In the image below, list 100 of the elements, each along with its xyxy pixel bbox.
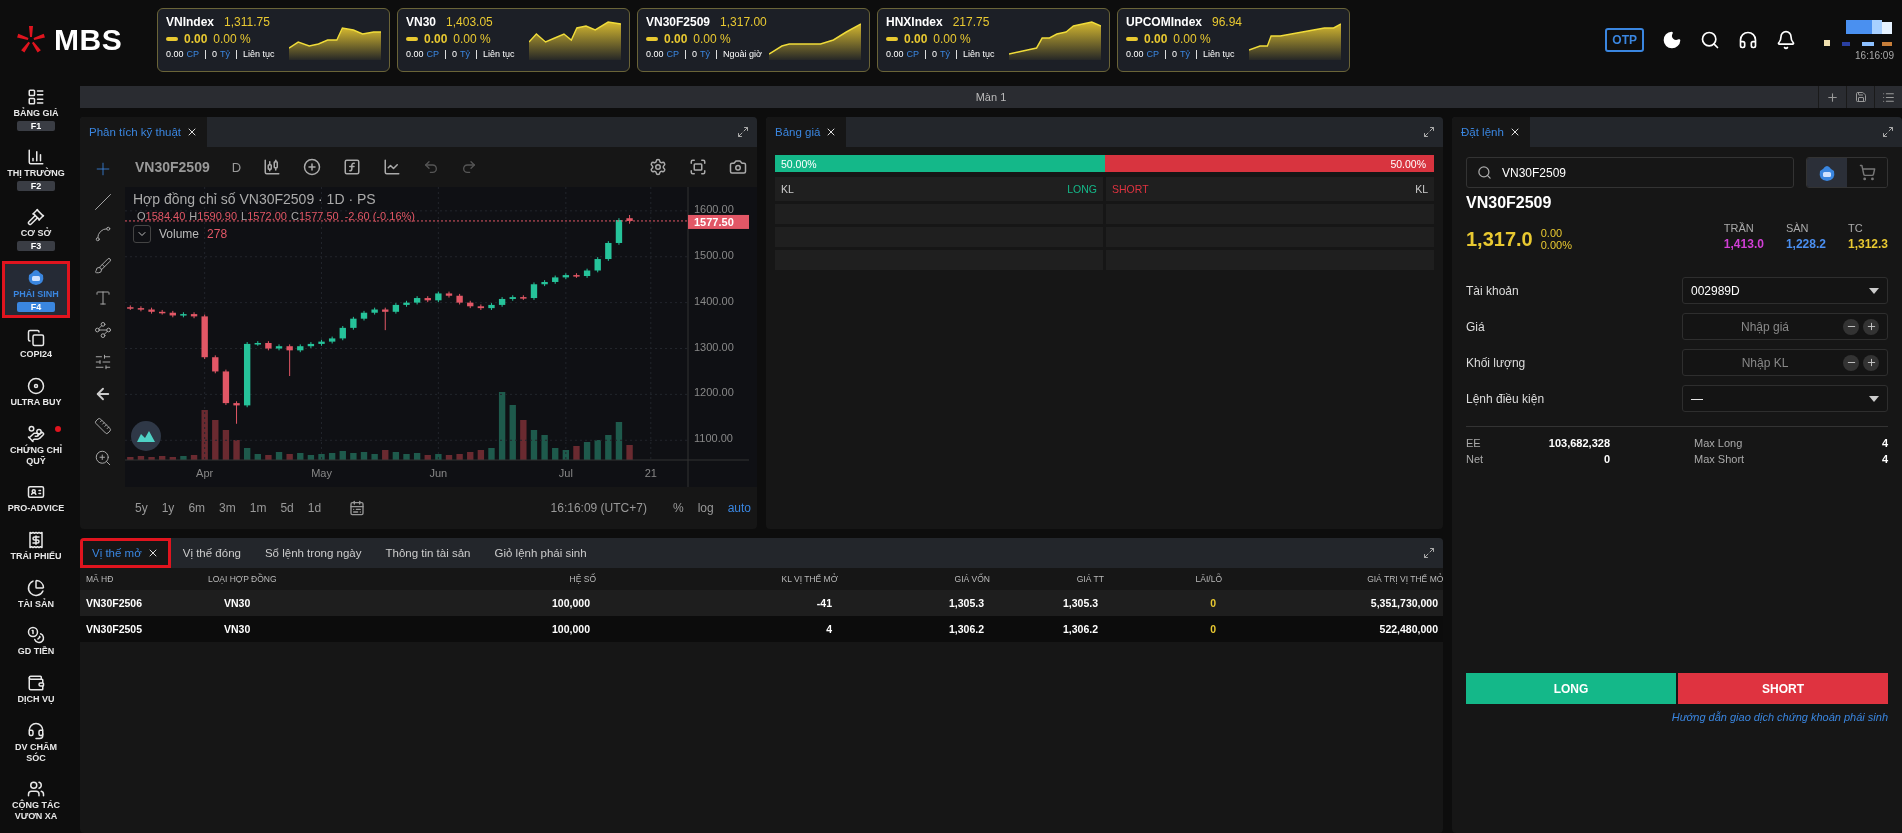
range-button[interactable]: 5y (135, 501, 148, 515)
sidebar-item[interactable]: GD TIỀN (5, 623, 67, 661)
moon-icon[interactable] (1662, 30, 1682, 50)
camera-icon[interactable] (729, 158, 747, 176)
sidebar-item[interactable]: DỊCH VỤ (5, 671, 67, 709)
sidebar-item[interactable]: DV CHĂM SÓC (5, 718, 67, 767)
sidebar-item[interactable]: PHÁI SINH F4 (5, 264, 67, 316)
search-field[interactable]: VN30F2509 (1466, 157, 1794, 188)
scale-button[interactable]: % (672, 501, 684, 515)
range-button[interactable]: 1m (249, 501, 267, 515)
candle (318, 339, 325, 347)
ruler-icon[interactable] (93, 417, 112, 435)
sidebar-item[interactable]: CHỨNG CHỈ QUỸ (5, 421, 67, 470)
candle (605, 240, 612, 262)
axis-label: Jul (558, 467, 573, 479)
traded-value: 0 (212, 49, 218, 59)
candlestick-icon[interactable] (263, 158, 282, 176)
range-button[interactable]: 1d (307, 501, 322, 515)
input-field[interactable]: Nhập giá (1691, 318, 1839, 335)
axis-label: Jun (429, 467, 448, 479)
sidebar-item[interactable]: TÀI SẢN (5, 575, 67, 613)
traded-value: 0 (1172, 49, 1178, 59)
index-value: 96.94 (1212, 15, 1243, 29)
date-range-icon[interactable] (349, 500, 366, 516)
indicators-icon[interactable] (383, 158, 402, 176)
tab[interactable]: Vị thế mở (80, 538, 171, 568)
plus-button[interactable] (1863, 354, 1879, 371)
ref-price-label: TC (1847, 222, 1863, 234)
panel-tab[interactable]: Phân tích kỹ thuật (80, 117, 208, 147)
range-button[interactable]: 3m (219, 501, 236, 515)
panel-tab[interactable]: Bảng giá (766, 117, 847, 147)
sidebar-item[interactable]: TRÁI PHIẾU (5, 527, 67, 565)
panel-tab[interactable]: Đặt lệnh (1452, 117, 1530, 147)
headset-icon[interactable] (1738, 30, 1758, 50)
stat-value: 0 (1602, 453, 1610, 465)
curve-tool-icon[interactable] (93, 225, 112, 243)
add-circle-icon[interactable] (303, 158, 322, 176)
column-header: LÃI/LỖ (1194, 574, 1222, 584)
zoom-in-icon[interactable] (93, 449, 112, 467)
index-card[interactable]: HNXIndex 217.75 0.00 0.00 % 0.00 CP 0 Tỷ Liên tục (877, 8, 1110, 72)
plus-icon (1865, 321, 1877, 332)
range-button[interactable]: 6m (188, 501, 206, 515)
tab[interactable]: Giỏ lệnh phái sinh (482, 538, 599, 568)
minus-button[interactable] (1843, 318, 1859, 335)
sidebar-item[interactable]: CƠ SỞ F3 (5, 204, 67, 254)
sidebar-item[interactable]: ULTRA BUY (5, 373, 67, 411)
index-card[interactable]: VN30F2509 1,317.00 0.00 0.00 % 0.00 CP 0 Tỷ Ngoài giờ (637, 8, 870, 72)
menu-label: BẢNG GIÁ (13, 108, 59, 120)
text-tool-icon[interactable] (93, 289, 112, 307)
interval-button[interactable]: D (231, 159, 242, 175)
stepper-field[interactable]: Nhập KL (1682, 349, 1888, 376)
minus-button[interactable] (1843, 354, 1859, 371)
search-icon[interactable] (1700, 30, 1720, 50)
sidebar-item[interactable]: THỊ TRƯỜNG F2 (5, 145, 67, 195)
scale-button[interactable]: auto (727, 501, 751, 515)
index-card[interactable]: UPCOMIndex 96.94 0.00 0.00 % 0.00 CP 0 Tỷ Liên tục (1117, 8, 1350, 72)
short-button[interactable]: SHORT (1678, 673, 1888, 704)
ref-price-value: 1,413.0 (1723, 237, 1764, 251)
line-tool-icon[interactable] (93, 193, 112, 211)
collapse-button[interactable] (133, 225, 151, 243)
candle (137, 305, 145, 312)
range-button[interactable]: 1y (161, 501, 175, 515)
expand-icon (1882, 126, 1894, 138)
index-card[interactable]: VN30 1,403.05 0.00 0.00 % 0.00 CP 0 Tỷ Liên tục (397, 8, 630, 72)
sidebar-item[interactable]: PRO-ADVICE (5, 480, 67, 518)
scale-button[interactable]: log (697, 501, 714, 515)
select-field[interactable]: — (1682, 385, 1888, 412)
candle (265, 340, 272, 351)
field-label: Tài khoản (1466, 283, 1519, 298)
levels-tool-icon[interactable] (93, 353, 112, 371)
candle (233, 400, 240, 425)
input-field[interactable]: Nhập KL (1691, 354, 1839, 371)
function-icon[interactable] (343, 158, 362, 176)
otp-button[interactable]: OTP (1605, 28, 1644, 52)
tab[interactable]: Vị thế đóng (170, 538, 253, 568)
stepper-field[interactable]: Nhập giá (1682, 313, 1888, 340)
long-share-fill: 50.00% (775, 155, 1105, 172)
table-cell-text: 4 (825, 623, 833, 635)
index-card[interactable]: VNIndex 1,311.75 0.00 0.00 % 0.00 CP 0 Tỷ Liên tục (157, 8, 390, 72)
sidebar-item[interactable]: CỘNG TÁC VƯƠN XA (5, 777, 67, 826)
tab[interactable]: Sổ lệnh trong ngày (252, 538, 374, 568)
select-field[interactable]: 002989D (1682, 277, 1888, 304)
settings-icon[interactable] (649, 158, 667, 176)
derivative-button[interactable] (1807, 158, 1847, 187)
candle (254, 340, 261, 347)
candle (222, 369, 230, 406)
fullscreen-icon[interactable] (689, 158, 707, 176)
plus-button[interactable] (1863, 318, 1879, 335)
brush-icon[interactable] (93, 257, 112, 275)
stat-label: Max Short (1693, 453, 1746, 465)
sidebar-item[interactable]: BẢNG GIÁ F1 (5, 85, 67, 135)
guide-link[interactable]: Hướng dẫn giao dịch chứng khoán phái sinh (1671, 711, 1888, 723)
candle (297, 343, 304, 353)
bell-icon[interactable] (1776, 30, 1796, 50)
tab[interactable]: Thông tin tài sản (373, 538, 483, 568)
chart-symbol[interactable]: VN30F2509 (135, 159, 210, 175)
sidebar-item[interactable]: COPI24 (5, 326, 67, 364)
undo-icon[interactable] (423, 159, 440, 175)
pattern-tool-icon[interactable] (93, 321, 112, 339)
range-button[interactable]: 5d (280, 501, 294, 515)
